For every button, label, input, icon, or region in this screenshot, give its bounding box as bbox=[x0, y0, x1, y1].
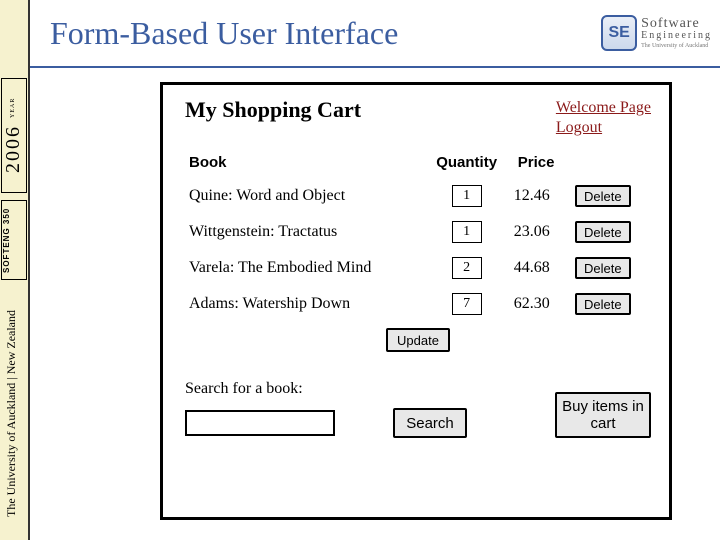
search-input[interactable] bbox=[185, 410, 335, 436]
table-row: Wittgenstein: Tractatus 23.06 Delete bbox=[185, 214, 651, 250]
row-title: Quine: Word and Object bbox=[185, 178, 424, 214]
course-code: SOFTENG 350 bbox=[1, 200, 27, 280]
left-rail: 2006 YEAR SOFTENG 350 The University of … bbox=[0, 0, 30, 540]
logo-mark: SE bbox=[601, 15, 637, 51]
delete-button[interactable]: Delete bbox=[575, 221, 631, 243]
quantity-input[interactable] bbox=[452, 293, 482, 315]
panel-heading: My Shopping Cart bbox=[185, 97, 361, 137]
welcome-link[interactable]: Welcome Page bbox=[556, 99, 651, 117]
row-price: 12.46 bbox=[510, 178, 571, 214]
slide-title: Form-Based User Interface bbox=[50, 15, 398, 52]
quantity-input[interactable] bbox=[452, 257, 482, 279]
table-row: Adams: Watership Down 62.30 Delete bbox=[185, 286, 651, 322]
logout-link[interactable]: Logout bbox=[556, 119, 651, 137]
delete-button[interactable]: Delete bbox=[575, 257, 631, 279]
table-row: Quine: Word and Object 12.46 Delete bbox=[185, 178, 651, 214]
col-price: Price bbox=[510, 147, 571, 178]
logo-text: Software Engineering The University of A… bbox=[641, 17, 712, 49]
cart-table: Book Quantity Price Quine: Word and Obje… bbox=[185, 147, 651, 322]
buy-button[interactable]: Buy items in cart bbox=[555, 392, 651, 438]
row-title: Varela: The Embodied Mind bbox=[185, 250, 424, 286]
col-book: Book bbox=[185, 147, 424, 178]
quantity-input[interactable] bbox=[452, 221, 482, 243]
cart-panel: My Shopping Cart Welcome Page Logout Boo… bbox=[160, 82, 672, 520]
row-price: 23.06 bbox=[510, 214, 571, 250]
university-name: The University of Auckland | New Zealand bbox=[4, 298, 24, 528]
logo-line3: The University of Auckland bbox=[641, 43, 712, 49]
quantity-input[interactable] bbox=[452, 185, 482, 207]
row-price: 44.68 bbox=[510, 250, 571, 286]
search-button[interactable]: Search bbox=[393, 408, 467, 438]
col-quantity: Quantity bbox=[424, 147, 510, 178]
row-price: 62.30 bbox=[510, 286, 571, 322]
delete-button[interactable]: Delete bbox=[575, 293, 631, 315]
search-label: Search for a book: bbox=[185, 380, 467, 398]
logo-line2: Engineering bbox=[641, 31, 712, 41]
row-title: Wittgenstein: Tractatus bbox=[185, 214, 424, 250]
logo: SE Software Engineering The University o… bbox=[601, 15, 712, 51]
title-bar: Form-Based User Interface SE Software En… bbox=[30, 0, 720, 68]
logo-line1: Software bbox=[641, 17, 712, 31]
year-box: 2006 YEAR bbox=[1, 78, 27, 193]
row-title: Adams: Watership Down bbox=[185, 286, 424, 322]
table-row: Varela: The Embodied Mind 44.68 Delete bbox=[185, 250, 651, 286]
update-button[interactable]: Update bbox=[386, 328, 450, 352]
year-value: 2006 bbox=[2, 125, 24, 173]
year-label: YEAR bbox=[10, 98, 16, 118]
delete-button[interactable]: Delete bbox=[575, 185, 631, 207]
